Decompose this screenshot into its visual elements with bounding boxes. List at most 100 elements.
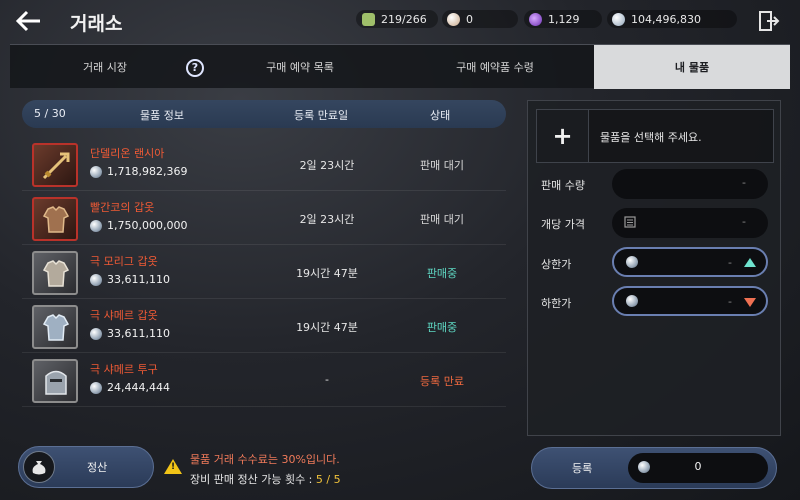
settle-count-prefix: 장비 판매 정산 가능 횟수 : — [190, 473, 316, 486]
item-price: 33,611,110 — [90, 273, 170, 286]
energy-icon — [362, 12, 375, 26]
silver-coin-icon — [90, 381, 102, 394]
orb-value: 1,129 — [548, 12, 580, 26]
item-name: 극 샤메르 투구 — [90, 363, 158, 376]
item-status: 판매 대기 — [420, 213, 464, 226]
tab-receive-reserved[interactable]: 구매 예약품 수령 — [420, 45, 570, 89]
min-price-label: 하한가 — [541, 297, 572, 310]
item-expire: 19시간 47분 — [296, 321, 358, 334]
item-status: 등록 만료 — [420, 375, 464, 388]
max-price-value: - — [728, 256, 732, 269]
item-price-value: 33,611,110 — [107, 273, 170, 286]
silver-coin-icon — [626, 256, 638, 268]
page-title: 거래소 — [70, 13, 123, 35]
helmet-icon — [32, 359, 78, 403]
armor-icon — [32, 251, 78, 295]
quantity-field[interactable]: - — [612, 169, 768, 199]
pearl-stat: 0 — [447, 10, 473, 28]
item-price-value: 24,444,444 — [107, 381, 170, 394]
min-price-field[interactable]: - — [612, 286, 768, 316]
register-amount-field: 0 — [628, 453, 768, 483]
tab-purchase-reservations[interactable]: 구매 예약 목록 — [230, 45, 370, 89]
lance-weapon-icon — [32, 143, 78, 187]
list-header: 5 / 30 물품 정보 등록 만료일 상태 — [22, 100, 506, 128]
unit-price-value: - — [742, 215, 746, 228]
item-count: 5 / 30 — [34, 107, 66, 120]
list-item[interactable]: 극 모리그 갑옷 33,611,110 19시간 47분 판매중 — [22, 245, 506, 299]
column-status: 상태 — [430, 109, 451, 122]
settle-count-notice: 장비 판매 정산 가능 횟수 : 5 / 5 — [190, 471, 341, 487]
silver-coin-icon — [90, 327, 102, 340]
column-expire: 등록 만료일 — [294, 109, 349, 122]
item-expire: 19시간 47분 — [296, 267, 358, 280]
item-price: 24,444,444 — [90, 381, 170, 394]
fee-notice: 물품 거래 수수료는 30%입니다. — [190, 453, 340, 466]
money-bag-icon — [23, 451, 55, 483]
purple-orb-icon — [529, 12, 542, 26]
register-button[interactable]: 등록 0 — [531, 447, 777, 489]
quantity-label: 판매 수량 — [541, 179, 585, 192]
item-expire: 2일 23시간 — [299, 213, 355, 226]
item-name: 극 모리그 갑옷 — [90, 255, 158, 268]
list-item[interactable]: 단델리온 랜시아 1,718,982,369 2일 23시간 판매 대기 — [22, 137, 506, 191]
select-prompt: 물품을 선택해 주세요. — [600, 131, 702, 144]
settle-button[interactable]: 정산 — [18, 446, 154, 488]
item-name: 단델리온 랜시아 — [90, 147, 165, 160]
settle-count-value: 5 / 5 — [315, 473, 341, 486]
tab-market[interactable]: 거래 시장 — [40, 45, 170, 89]
register-panel: + 물품을 선택해 주세요. 판매 수량 - 개당 가격 - 상한가 - 하한가… — [527, 100, 781, 436]
settle-label: 정산 — [87, 461, 108, 474]
unit-price-field[interactable]: - — [612, 208, 768, 238]
armor-icon — [32, 197, 78, 241]
warning-icon-mark: ! — [171, 462, 176, 472]
add-item-plus-icon[interactable]: + — [537, 110, 589, 162]
decrease-arrow-icon[interactable] — [744, 298, 756, 307]
register-amount-value: 0 — [694, 460, 702, 473]
max-price-label: 상한가 — [541, 258, 572, 271]
armor-icon — [32, 305, 78, 349]
increase-arrow-icon[interactable] — [744, 258, 756, 267]
orb-stat: 1,129 — [529, 10, 580, 28]
min-price-value: - — [728, 295, 732, 308]
item-expire: - — [325, 373, 329, 386]
pearl-icon — [447, 12, 460, 26]
list-item[interactable]: 빨간코의 갑옷 1,750,000,000 2일 23시간 판매 대기 — [22, 191, 506, 245]
calculator-icon[interactable] — [624, 216, 636, 231]
item-select-box[interactable]: + 물품을 선택해 주세요. — [536, 109, 774, 163]
item-price-value: 33,611,110 — [107, 327, 170, 340]
silver-stat: 104,496,830 — [612, 10, 701, 28]
energy-value: 219/266 — [381, 12, 427, 26]
pearl-value: 0 — [466, 12, 473, 26]
silver-coin-icon — [612, 12, 625, 26]
item-price-value: 1,750,000,000 — [107, 219, 188, 232]
item-name: 극 샤메르 갑옷 — [90, 309, 158, 322]
list-item[interactable]: 극 샤메르 투구 24,444,444 - 등록 만료 — [22, 353, 506, 407]
item-name: 빨간코의 갑옷 — [90, 201, 155, 214]
register-label: 등록 — [572, 462, 593, 475]
item-status: 판매 대기 — [420, 159, 464, 172]
quantity-value: - — [742, 176, 746, 189]
back-arrow-icon[interactable] — [14, 9, 44, 35]
silver-value: 104,496,830 — [631, 12, 701, 26]
top-bar: 거래소 219/266 0 1,129 104,496,830 — [0, 0, 800, 44]
item-price: 33,611,110 — [90, 327, 170, 340]
list-item[interactable]: 극 샤메르 갑옷 33,611,110 19시간 47분 판매중 — [22, 299, 506, 353]
tab-bar: 거래 시장 ? 구매 예약 목록 구매 예약품 수령 내 물품 — [10, 44, 790, 89]
item-price: 1,750,000,000 — [90, 219, 187, 232]
silver-coin-icon — [90, 273, 102, 286]
item-price-value: 1,718,982,369 — [107, 165, 188, 178]
tab-my-items[interactable]: 내 물품 — [594, 45, 790, 89]
item-price: 1,718,982,369 — [90, 165, 187, 178]
help-question-icon[interactable]: ? — [186, 59, 204, 77]
exit-door-icon[interactable] — [758, 10, 780, 32]
item-status: 판매중 — [426, 267, 458, 280]
item-expire: 2일 23시간 — [299, 159, 355, 172]
item-status: 판매중 — [426, 321, 458, 334]
max-price-field[interactable]: - — [612, 247, 768, 277]
silver-coin-icon — [626, 295, 638, 307]
unit-price-label: 개당 가격 — [541, 218, 585, 231]
energy-stat: 219/266 — [362, 10, 427, 28]
silver-coin-icon — [90, 219, 102, 232]
silver-coin-icon — [90, 165, 102, 178]
column-item-info: 물품 정보 — [140, 109, 184, 122]
